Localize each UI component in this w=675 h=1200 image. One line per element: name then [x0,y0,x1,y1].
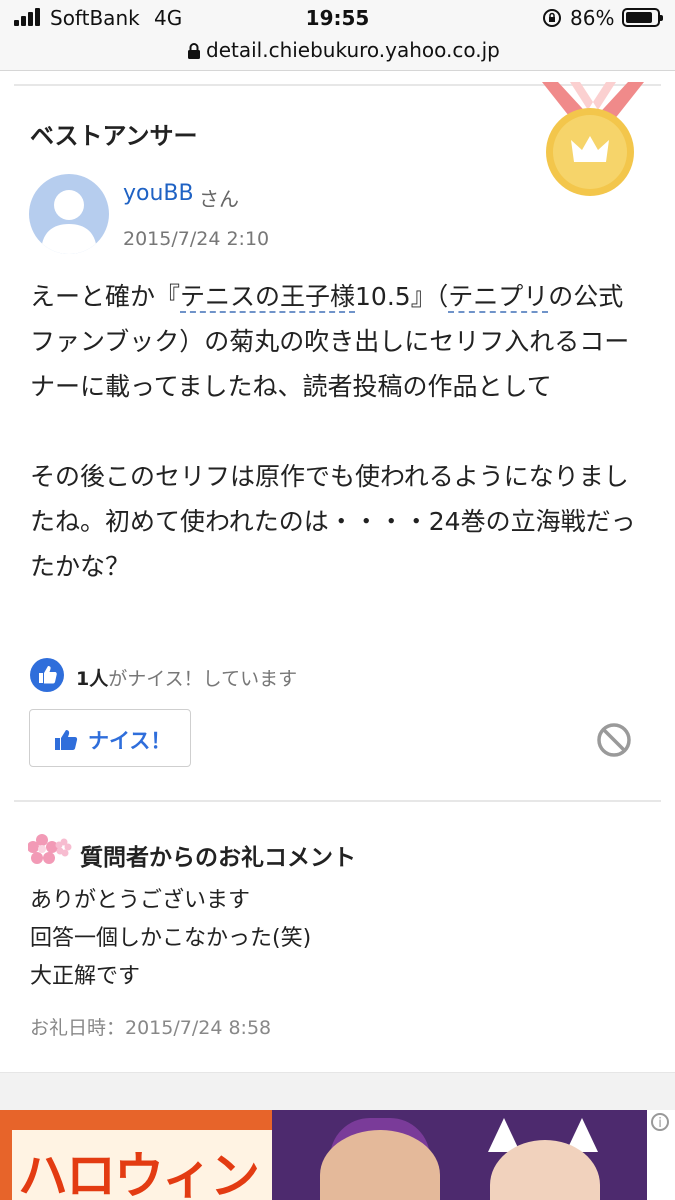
avatar[interactable] [29,174,109,254]
report-icon[interactable] [596,722,632,758]
nice-count: 1人 [76,668,109,690]
thanks-line: 大正解です [30,964,141,989]
url-text[interactable]: detail.chiebukuro.yahoo.co.jp [206,38,500,62]
answer-paragraph: その後このセリフは原作でも使われるようになりましたね。初めて使われたのは・・・・… [30,462,636,581]
thanks-line: 回答一個しかこなかった(笑) [30,926,312,951]
best-answer-heading: ベストアンサー [30,122,198,150]
answer-body: えーと確か『テニスの王子様10.5』（テニプリの公式ファンブック）の菊丸の吹き出… [30,274,644,589]
username-link[interactable]: youBB [123,181,194,206]
nice-button-label: ナイス！ [88,729,172,753]
ad-edge [647,1138,675,1200]
section-separator [0,1072,675,1111]
divider [14,800,661,802]
status-bar: SoftBank 4G 19:55 86% [0,0,675,36]
nice-suffix: がナイス！しています [108,668,298,690]
thumbs-up-icon [30,658,64,692]
battery-percentage: 86% [570,6,615,30]
medal-icon [542,82,644,196]
thumbs-up-icon [55,730,78,750]
nice-button[interactable]: ナイス！ [29,709,191,767]
thanks-line: ありがとうございます [30,888,251,913]
lock-icon [188,43,200,59]
keyword-link[interactable]: テニスの王子様 [180,282,356,313]
ad-info-button[interactable]: i [647,1110,675,1138]
thanks-date: お礼日時：2015/7/24 8:58 [30,1017,272,1039]
honorific: さん [199,187,239,211]
thanks-heading: 質問者からのお礼コメント [80,845,356,871]
info-icon: i [651,1113,669,1131]
user-silhouette-icon [41,190,97,254]
sakura-icon [28,834,72,864]
thanks-comment: ありがとうございます 回答一個しかこなかった(笑) 大正解です [30,882,311,996]
rotation-lock-icon [543,9,561,27]
battery-icon [622,8,663,27]
keyword-link[interactable]: テニプリ [448,282,549,313]
ad-headline: ハロウィン [18,1147,260,1200]
url-bar[interactable]: detail.chiebukuro.yahoo.co.jp [0,36,675,71]
answer-date: 2015/7/24 2:10 [123,228,270,250]
ad-banner[interactable]: ハロウィン [0,1110,647,1200]
